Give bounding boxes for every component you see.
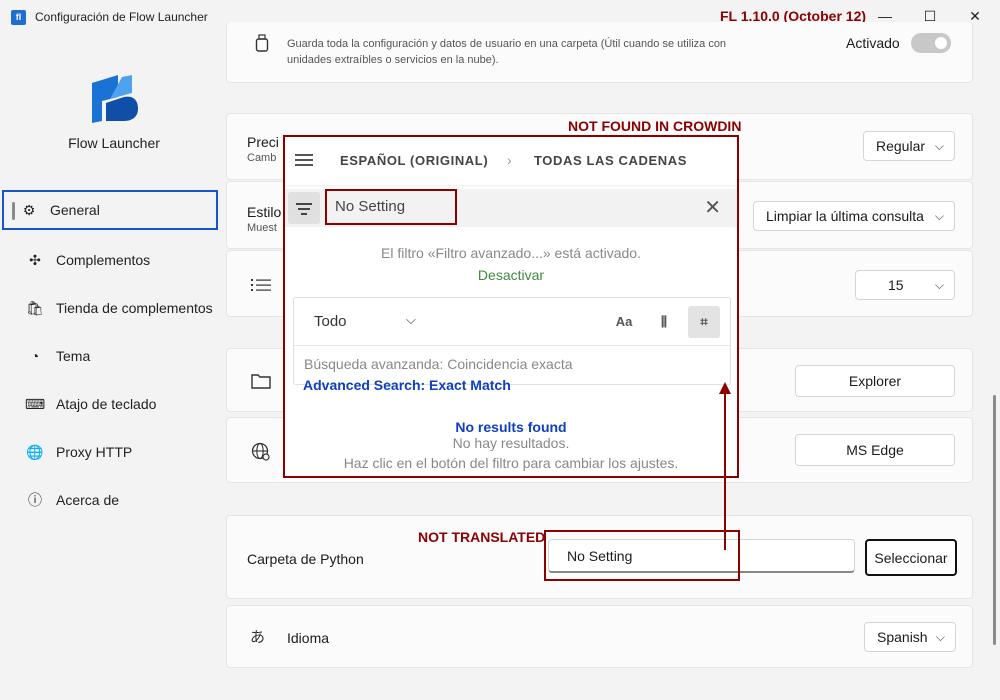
breadcrumb-language[interactable]: ESPAÑOL (ORIGINAL)	[340, 153, 488, 168]
gear-icon: ⚙	[22, 201, 36, 218]
list-icon	[251, 279, 271, 291]
filter-hint-text: Haz clic en el botón del filtro para cam…	[343, 455, 679, 471]
query-style-sub: Muest	[247, 222, 277, 234]
browser-button[interactable]: MS Edge	[795, 434, 955, 466]
window-title: Configuración de Flow Launcher	[35, 10, 208, 24]
no-results-text: No hay resultados.	[452, 435, 570, 451]
sidebar-item-theme[interactable]: ◔ Tema	[10, 336, 218, 376]
sidebar-item-label: General	[50, 202, 100, 218]
sidebar-item-about[interactable]: ⓘ Acerca de	[10, 480, 218, 520]
filter-icon[interactable]	[288, 192, 320, 224]
portable-description-line2: unidades extraíbles o servicios en la nu…	[287, 54, 499, 66]
portable-mode-card: Guarda toda la configuración y datos de …	[226, 22, 973, 83]
select-python-button[interactable]: Seleccionar	[865, 539, 957, 576]
sidebar-item-general[interactable]: ⚙ General	[2, 190, 218, 230]
precision-sub: Camb	[247, 152, 277, 164]
language-label: Idioma	[287, 630, 330, 646]
chevron-down-icon: ⌵	[935, 630, 945, 644]
breadcrumb-all-strings[interactable]: TODAS LAS CADENAS	[534, 153, 687, 168]
max-results-dropdown[interactable]: 15 ⌵	[855, 270, 955, 300]
scrollbar[interactable]	[993, 395, 996, 645]
not-found-annotation: NOT FOUND IN CROWDIN	[568, 118, 742, 134]
precision-dropdown[interactable]: Regular ⌵	[863, 131, 955, 161]
sidebar-item-label: Complementos	[56, 252, 151, 268]
chevron-down-icon: ⌵	[934, 209, 944, 223]
file-manager-button[interactable]: Explorer	[795, 365, 955, 397]
deactivate-filter-link[interactable]: Desactivar	[285, 267, 737, 283]
usb-drive-icon	[255, 34, 269, 52]
puzzle-icon: ✣	[29, 251, 41, 268]
match-case-button[interactable]: Aa	[608, 306, 640, 338]
advanced-search-annotation: Advanced Search: Exact Match	[303, 377, 511, 393]
precision-label: Preci	[247, 134, 279, 150]
sidebar-item-plugin-store[interactable]: 🛍 Tienda de complementos	[10, 288, 218, 328]
globe-icon: 🌐	[26, 443, 44, 460]
advanced-filter-box: Todo ⌵ Aa ⫼ ⌗ Búsqueda avanzanda: Coinci…	[293, 297, 731, 385]
crowdin-panel: ESPAÑOL (ORIGINAL) › TODAS LAS CADENAS N…	[283, 135, 739, 478]
keyboard-icon: ⌨	[24, 395, 46, 412]
folder-icon	[251, 374, 271, 389]
sidebar-item-label: Tienda de complementos	[56, 300, 213, 316]
query-style-dropdown[interactable]: Limpiar la última consulta ⌵	[753, 201, 955, 231]
portable-description-line1: Guarda toda la configuración y datos de …	[287, 38, 727, 50]
chevron-down-icon: ⌵	[934, 139, 944, 153]
whole-word-icon[interactable]: ⫼	[648, 306, 680, 338]
annotation-arrow	[719, 382, 731, 550]
exact-match-icon[interactable]: ⌗	[688, 306, 720, 338]
not-translated-highlight	[544, 530, 740, 581]
sidebar-item-label: Tema	[56, 348, 91, 364]
scope-select[interactable]: Todo	[314, 313, 347, 330]
info-icon: ⓘ	[28, 492, 42, 508]
brand-name: Flow Launcher	[68, 135, 160, 151]
shopping-bag-icon: 🛍	[26, 299, 44, 316]
no-results-annotation: No results found	[455, 419, 567, 435]
language-dropdown[interactable]: Spanish ⌵	[864, 622, 956, 652]
dropdown-value: 15	[888, 277, 904, 293]
clear-search-icon[interactable]: ✕	[704, 195, 721, 220]
sidebar-item-hotkey[interactable]: ⌨ Atajo de teclado	[10, 384, 218, 424]
dropdown-value: Limpiar la última consulta	[766, 208, 924, 224]
portable-mode-toggle[interactable]	[911, 33, 951, 53]
dropdown-value: Spanish	[877, 629, 928, 645]
flow-launcher-logo-icon	[92, 75, 138, 123]
palette-icon: ◔	[30, 348, 40, 364]
python-folder-label: Carpeta de Python	[247, 551, 364, 567]
sidebar-item-plugins[interactable]: ✣ Complementos	[10, 240, 218, 280]
app-icon: fl	[11, 10, 26, 25]
filter-toolbar: Todo ⌵ Aa ⫼ ⌗	[294, 298, 730, 346]
crowdin-search-row: No Setting ✕	[285, 189, 737, 227]
translate-icon: あ	[250, 629, 266, 646]
globe-search-icon	[251, 442, 270, 461]
dropdown-value: Regular	[876, 138, 926, 154]
language-card: あ Idioma	[226, 605, 973, 668]
not-translated-annotation: NOT TRANSLATED	[418, 529, 546, 545]
query-style-label: Estilo	[247, 204, 282, 220]
sidebar-item-proxy[interactable]: 🌐 Proxy HTTP	[10, 432, 218, 472]
sidebar-item-label: Acerca de	[56, 492, 120, 508]
sidebar-item-label: Atajo de teclado	[56, 396, 157, 412]
crowdin-header: ESPAÑOL (ORIGINAL) › TODAS LAS CADENAS	[285, 137, 737, 185]
toggle-state-label: Activado	[846, 35, 900, 51]
search-input[interactable]: No Setting	[325, 189, 457, 225]
chevron-down-icon: ⌵	[406, 312, 416, 327]
hamburger-menu-icon[interactable]	[295, 154, 313, 168]
chevron-right-icon: ›	[507, 152, 512, 168]
advanced-search-text: Búsqueda avanzanda: Coincidencia exacta	[304, 356, 573, 372]
filter-active-message: El filtro «Filtro avanzado...» está acti…	[381, 245, 641, 261]
chevron-down-icon: ⌵	[934, 278, 944, 292]
sidebar-item-label: Proxy HTTP	[56, 444, 133, 460]
